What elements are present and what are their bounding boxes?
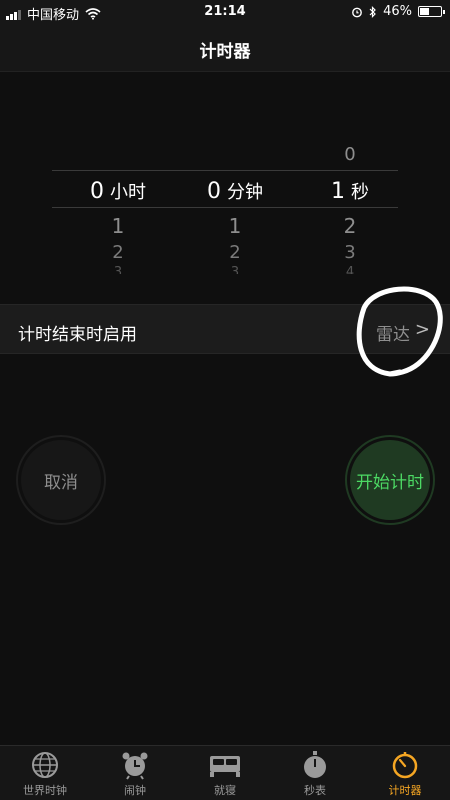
timer-picker[interactable]: 0 小时 1 2 3 0 分钟 1 2 3 0 1秒 2 3 4 <box>0 72 450 302</box>
bluetooth-icon <box>369 5 376 18</box>
seconds-below-3[interactable]: 4 <box>290 265 410 274</box>
when-timer-ends-row[interactable]: 计时结束时启用 雷达 > <box>0 304 450 354</box>
seconds-above[interactable]: 0 <box>290 144 410 165</box>
seconds-unit: 秒 <box>351 182 369 203</box>
tab-bar: 世界时钟 闹钟 就寝 秒表 计时器 <box>0 745 450 800</box>
hours-value: 0 <box>90 179 104 204</box>
alarm-icon <box>352 7 362 17</box>
hours-unit: 小时 <box>110 182 146 203</box>
bed-icon <box>210 756 240 777</box>
tab-world-clock[interactable]: 世界时钟 <box>0 750 90 800</box>
tab-bedtime-label: 就寝 <box>214 784 236 797</box>
cancel-button[interactable]: 取消 <box>16 435 106 525</box>
tab-stopwatch-label: 秒表 <box>304 784 326 797</box>
tab-timer-label: 计时器 <box>388 784 422 797</box>
timer-icon <box>392 752 418 779</box>
tab-alarm-label: 闹钟 <box>124 784 146 797</box>
chevron-right-icon: > <box>414 319 430 340</box>
battery-icon <box>418 6 445 17</box>
battery-percent: 46% <box>383 4 412 19</box>
minutes-below-1[interactable]: 1 <box>175 214 295 238</box>
seconds-selected[interactable]: 1秒 <box>290 178 410 204</box>
minutes-below-2[interactable]: 2 <box>175 242 295 263</box>
hours-wheel[interactable]: 0 小时 1 2 3 <box>58 72 178 302</box>
tab-stopwatch[interactable]: 秒表 <box>270 750 360 800</box>
nav-bar: 计时器 <box>0 24 450 72</box>
when-timer-ends-label: 计时结束时启用 <box>18 325 137 345</box>
minutes-selected[interactable]: 0 分钟 <box>175 178 295 204</box>
hours-below-1[interactable]: 1 <box>58 214 178 238</box>
status-bar: 中国移动 21:14 46% <box>0 0 450 24</box>
hours-below-2[interactable]: 2 <box>58 242 178 263</box>
seconds-below-2[interactable]: 3 <box>290 242 410 263</box>
stopwatch-icon <box>304 751 326 778</box>
minutes-unit: 分钟 <box>227 182 263 203</box>
start-button[interactable]: 开始计时 <box>345 435 435 525</box>
page-title: 计时器 <box>199 42 251 62</box>
hours-below-3[interactable]: 3 <box>58 265 178 274</box>
tab-alarm[interactable]: 闹钟 <box>90 750 180 800</box>
minutes-value: 0 <box>207 179 221 204</box>
minutes-wheel[interactable]: 0 分钟 1 2 3 <box>175 72 295 302</box>
globe-icon <box>32 752 58 778</box>
seconds-below-1[interactable]: 2 <box>290 214 410 238</box>
cancel-button-label: 取消 <box>21 440 101 520</box>
tab-world-clock-label: 世界时钟 <box>23 784 67 797</box>
tab-timer[interactable]: 计时器 <box>360 750 450 800</box>
seconds-value: 1 <box>331 179 345 204</box>
tab-bedtime[interactable]: 就寝 <box>180 750 270 800</box>
start-button-label: 开始计时 <box>350 440 430 520</box>
hours-selected[interactable]: 0 小时 <box>58 178 178 204</box>
seconds-wheel[interactable]: 0 1秒 2 3 4 <box>290 72 410 302</box>
alarm-clock-icon <box>122 752 148 780</box>
ringtone-value: 雷达 <box>376 325 410 345</box>
minutes-below-3[interactable]: 3 <box>175 265 295 274</box>
